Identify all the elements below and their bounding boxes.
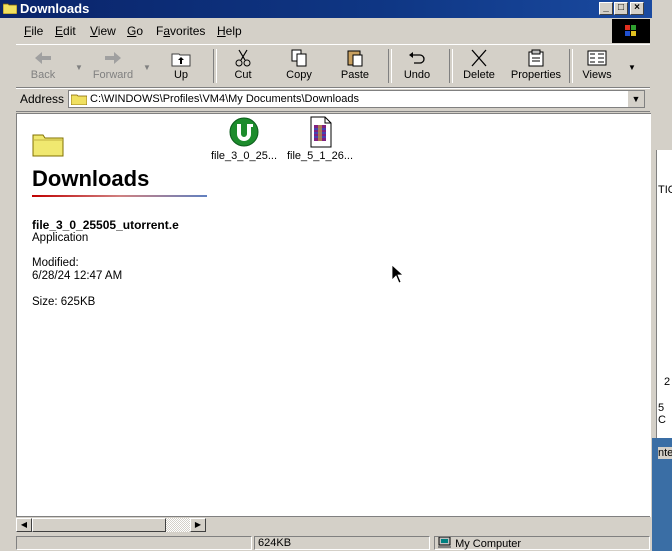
address-path: C:\WINDOWS\Profiles\VM4\My Documents\Dow… xyxy=(90,93,359,105)
background-text: 2 xyxy=(664,376,671,388)
paste-icon xyxy=(347,50,363,67)
horizontal-scrollbar[interactable]: ◀ ▶ xyxy=(16,516,650,533)
folder-icon xyxy=(3,3,17,14)
menu-help[interactable]: Help xyxy=(217,24,242,38)
file-name: file_3_0_25... xyxy=(210,150,278,162)
views-button[interactable]: Views xyxy=(578,47,616,85)
windows-logo xyxy=(612,19,650,43)
back-arrow-icon xyxy=(35,52,51,64)
large-folder-icon xyxy=(32,134,64,157)
back-dropdown[interactable]: ▼ xyxy=(75,63,83,72)
status-size: 624KB xyxy=(254,536,430,550)
address-label: Address xyxy=(20,92,65,106)
address-bar: Address C:\WINDOWS\Profiles\VM4\My Docum… xyxy=(16,88,650,112)
back-button[interactable]: Back xyxy=(22,47,64,85)
modified-value: 6/28/24 12:47 AM xyxy=(32,270,123,282)
modified-label: Modified: xyxy=(32,257,79,269)
selected-file-type: Application xyxy=(32,232,89,244)
menu-edit[interactable]: Edit xyxy=(55,24,76,38)
menu-favorites[interactable]: Favorites xyxy=(156,24,205,38)
toolbar-separator xyxy=(213,49,217,83)
menu-bar: File Edit View Go Favorites Help xyxy=(0,21,612,41)
address-input[interactable]: C:\WINDOWS\Profiles\VM4\My Documents\Dow… xyxy=(68,90,645,108)
copy-icon xyxy=(291,49,307,67)
scroll-right-button[interactable]: ▶ xyxy=(190,518,206,532)
up-folder-icon xyxy=(171,53,191,67)
menu-go[interactable]: Go xyxy=(127,24,143,38)
undo-button[interactable]: Undo xyxy=(398,47,436,85)
toolbar-separator xyxy=(388,49,392,83)
background-text: 5 C xyxy=(658,402,666,426)
explorer-window: Downloads _ □ × File Edit View Go Favori… xyxy=(0,0,652,551)
paste-button[interactable]: Paste xyxy=(336,47,374,85)
file-view[interactable]: Downloads file_3_0_25505_utorrent.e Appl… xyxy=(16,113,651,517)
background-text: TIO xyxy=(658,184,672,196)
folder-title: Downloads xyxy=(32,166,150,191)
cut-button[interactable]: Cut xyxy=(224,47,262,85)
winrar-icon xyxy=(310,116,332,148)
window-title: Downloads xyxy=(20,1,90,16)
background-text: nte xyxy=(658,447,672,459)
scissors-icon xyxy=(235,49,251,67)
scroll-thumb[interactable] xyxy=(32,518,166,532)
maximize-button[interactable]: □ xyxy=(614,2,628,15)
toolbar-separator xyxy=(569,49,573,83)
undo-icon xyxy=(409,52,425,64)
close-button[interactable]: × xyxy=(630,2,644,15)
minimize-button[interactable]: _ xyxy=(599,2,613,15)
windows-flag-icon xyxy=(625,25,636,36)
folder-icon xyxy=(71,94,87,105)
file-name: file_5_1_26... xyxy=(286,150,354,162)
file-item-utorrent[interactable]: file_3_0_25... xyxy=(204,116,284,162)
views-dropdown[interactable]: ▼ xyxy=(628,63,636,72)
properties-icon xyxy=(528,49,544,67)
up-button[interactable]: Up xyxy=(162,47,200,85)
menu-view[interactable]: View xyxy=(90,24,116,38)
status-panel-info xyxy=(16,536,252,550)
delete-x-icon xyxy=(471,49,487,67)
copy-button[interactable]: Copy xyxy=(280,47,318,85)
address-dropdown-button[interactable]: ▼ xyxy=(627,91,644,107)
background-window: TIO 2 5 C nte xyxy=(652,0,672,551)
forward-arrow-icon xyxy=(105,52,121,64)
utorrent-icon xyxy=(229,117,259,147)
file-size: Size: 625KB xyxy=(32,296,96,308)
status-bar: 624KB My Computer xyxy=(0,535,652,551)
file-item-winrar[interactable]: file_5_1_26... xyxy=(280,116,360,162)
menu-file[interactable]: File xyxy=(24,24,43,38)
forward-dropdown[interactable]: ▼ xyxy=(143,63,151,72)
selected-file-name: file_3_0_25505_utorrent.e xyxy=(32,218,179,232)
title-divider xyxy=(32,195,207,197)
toolbar-separator xyxy=(449,49,453,83)
scroll-left-button[interactable]: ◀ xyxy=(16,518,32,532)
mouse-pointer-icon xyxy=(391,264,403,284)
forward-button[interactable]: Forward xyxy=(88,47,138,85)
title-bar[interactable]: Downloads _ □ × xyxy=(0,0,652,18)
views-icon xyxy=(587,50,607,66)
properties-button[interactable]: Properties xyxy=(506,47,566,85)
delete-button[interactable]: Delete xyxy=(458,47,500,85)
computer-icon xyxy=(438,536,451,548)
toolbar: Back ▼ Forward ▼ Up Cut Copy Paste Undo xyxy=(16,44,650,88)
status-zone: My Computer xyxy=(434,536,650,550)
